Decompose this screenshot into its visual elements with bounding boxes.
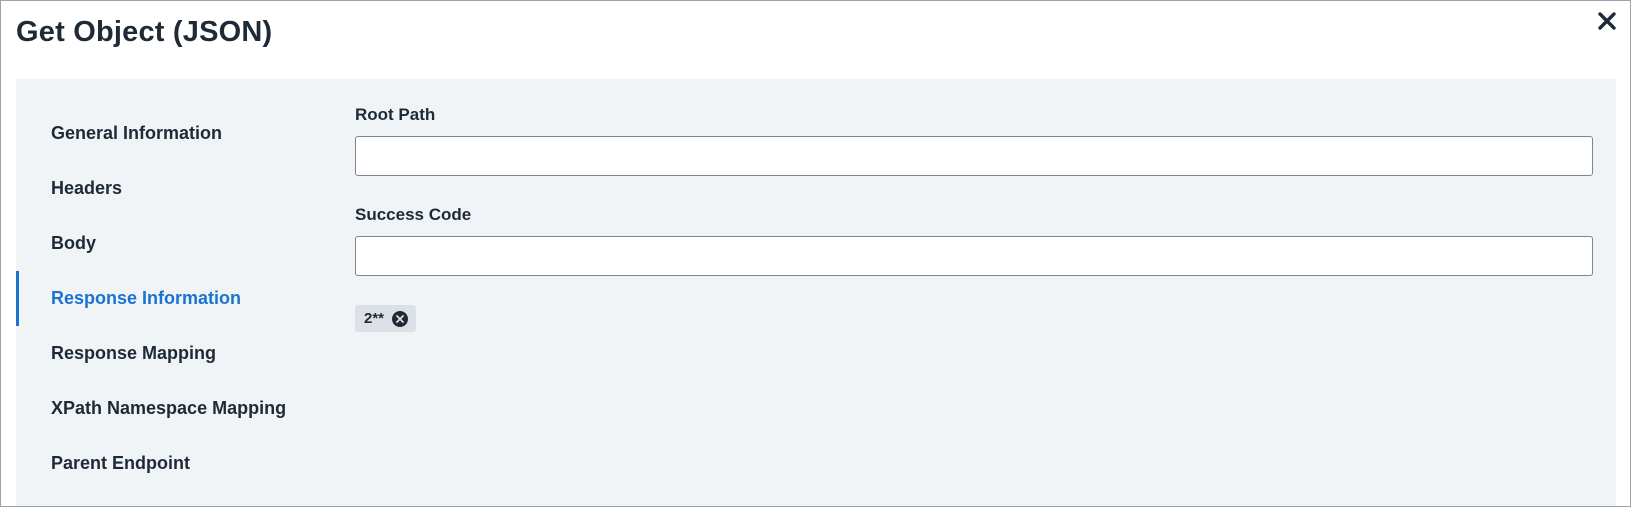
nav-item-body[interactable]: Body (16, 216, 306, 271)
close-button[interactable] (1593, 7, 1621, 35)
nav-item-label: Body (51, 233, 96, 253)
success-code-input[interactable] (355, 236, 1593, 276)
remove-circle-icon[interactable] (392, 310, 409, 327)
nav-item-response-mapping[interactable]: Response Mapping (16, 326, 306, 381)
root-path-input[interactable] (355, 136, 1593, 176)
nav-item-label: Response Mapping (51, 343, 217, 363)
nav-item-label: Response Information (51, 288, 242, 308)
dialog-body: General Information Headers Body Respons… (16, 79, 1616, 506)
success-code-label: Success Code (355, 205, 472, 224)
nav-item-response-information[interactable]: Response Information (16, 271, 306, 326)
dialog: Get Object (JSON) General Information He… (0, 0, 1631, 507)
nav-item-label: Headers (51, 178, 123, 198)
nav-item-xpath-namespace-mapping[interactable]: XPath Namespace Mapping (16, 381, 306, 436)
nav-item-label: Parent Endpoint (51, 453, 190, 473)
nav-item-headers[interactable]: Headers (16, 161, 306, 216)
nav-item-label: General Information (51, 123, 223, 143)
nav-item-parent-endpoint[interactable]: Parent Endpoint (16, 436, 306, 491)
nav-item-general-information[interactable]: General Information (16, 106, 306, 161)
nav-item-label: XPath Namespace Mapping (51, 398, 287, 418)
section-nav: General Information Headers Body Respons… (16, 106, 306, 491)
close-icon (1598, 12, 1616, 30)
success-code-chip: 2** (355, 305, 417, 332)
root-path-label: Root Path (355, 105, 436, 124)
dialog-title: Get Object (JSON) (16, 16, 273, 48)
chip-label: 2** (364, 310, 385, 327)
